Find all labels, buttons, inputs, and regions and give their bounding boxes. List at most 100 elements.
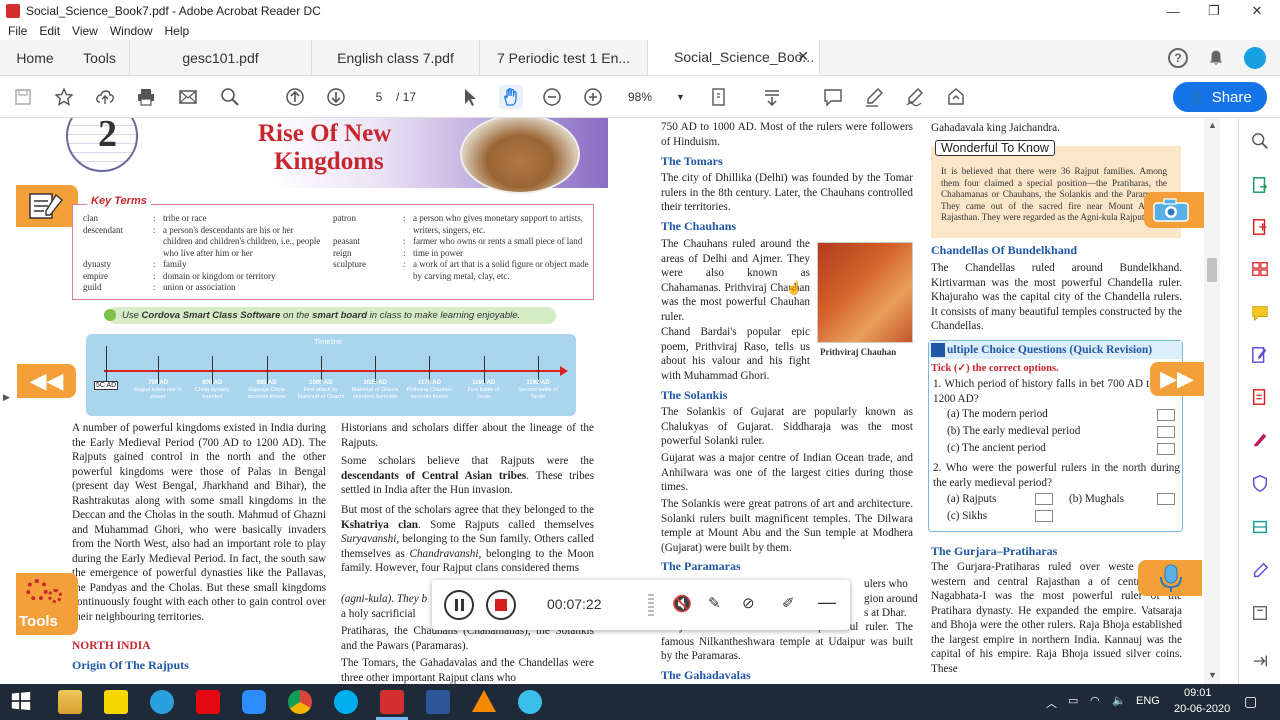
create-pdf-icon[interactable] [1251, 218, 1269, 236]
select-arrow-icon[interactable] [458, 85, 482, 109]
bell-icon[interactable] [1207, 49, 1225, 67]
comment-tool-icon[interactable] [1251, 304, 1269, 322]
sign-icon[interactable] [903, 85, 927, 109]
page-number-input[interactable]: 5 [366, 88, 392, 106]
mcq-checkbox[interactable] [1035, 493, 1053, 505]
zoom-level-select[interactable]: 98% ▼ [628, 88, 686, 106]
page-down-icon[interactable] [324, 85, 348, 109]
highlight-pen-icon[interactable] [862, 85, 886, 109]
microphone-mute-icon[interactable]: ✎ [708, 594, 721, 612]
close-window-button[interactable]: ✕ [1234, 0, 1280, 22]
acrobat-taskbar-icon[interactable] [380, 690, 404, 714]
menu-window[interactable]: Window [110, 24, 153, 38]
sticky-notes-icon[interactable] [104, 690, 128, 714]
page-fit-icon[interactable] [708, 85, 732, 109]
collapse-rail-icon[interactable] [1251, 652, 1269, 670]
menu-edit[interactable]: Edit [39, 24, 60, 38]
windows-start-icon[interactable] [10, 690, 34, 714]
chrome-icon[interactable] [288, 690, 312, 714]
camera-button[interactable] [1144, 192, 1204, 228]
protect-icon[interactable] [1251, 474, 1269, 492]
enhance-scan-icon[interactable] [1251, 518, 1269, 536]
zoom-search-icon[interactable] [1251, 132, 1269, 150]
acrobat-icon [6, 4, 20, 18]
scroll-up-arrow[interactable]: ▲ [1208, 120, 1217, 130]
notepad-icon[interactable] [16, 185, 78, 227]
mcq-checkbox[interactable] [1157, 493, 1175, 505]
tab-doc-gesc101[interactable]: gesc101.pdf [130, 40, 312, 75]
edit-pdf-icon[interactable] [1251, 346, 1269, 364]
avatar[interactable] [1244, 47, 1266, 69]
volume-icon[interactable]: 🔈 [1112, 694, 1126, 707]
zoom-app-icon[interactable] [242, 690, 266, 714]
zoom-out-icon[interactable] [540, 85, 564, 109]
skype-icon[interactable] [334, 690, 358, 714]
fill-sign-icon[interactable] [1251, 562, 1269, 580]
scroll-down-arrow[interactable]: ▼ [1208, 670, 1217, 680]
scroll-mode-icon[interactable] [760, 85, 784, 109]
prev-page-button[interactable]: ◀◀ [17, 364, 76, 398]
maximize-button[interactable]: ❐ [1191, 0, 1237, 22]
north-india-heading: NORTH INDIA [72, 640, 151, 652]
share-button[interactable]: 👤 Share [1173, 82, 1267, 112]
clock-date[interactable]: 20-06-2020 [1174, 703, 1230, 715]
tray-chevron-icon[interactable]: ︿ [1046, 695, 1057, 711]
mail-icon[interactable] [176, 85, 200, 109]
language-indicator[interactable]: ENG [1136, 695, 1160, 707]
tab-close-icon[interactable]: ✕ [797, 48, 809, 65]
mcq-checkbox[interactable] [1035, 510, 1053, 522]
mcq-checkbox[interactable] [1157, 409, 1175, 421]
export-pdf-icon[interactable] [1251, 176, 1269, 194]
page-up-icon[interactable] [283, 85, 307, 109]
scroll-thumb[interactable] [1207, 258, 1217, 282]
tab-doc-english[interactable]: English class 7.pdf [312, 40, 480, 75]
measure-icon[interactable] [1251, 604, 1269, 622]
print-icon[interactable] [134, 85, 158, 109]
tab-doc-periodic[interactable]: 7 Periodic test 1 En... [480, 40, 648, 75]
save-icon[interactable] [11, 85, 35, 109]
left-panel-toggle[interactable]: ▶ [3, 392, 10, 403]
search-zoom-icon[interactable] [218, 85, 242, 109]
menu-view[interactable]: View [72, 24, 98, 38]
network-icon[interactable]: ▭ [1068, 694, 1078, 707]
next-page-button[interactable]: ▶▶ [1150, 362, 1204, 396]
tools-button[interactable]: Tools [16, 573, 78, 635]
mic-button[interactable] [1138, 560, 1202, 596]
organize-pages-icon[interactable] [1251, 260, 1269, 278]
menu-file[interactable]: File [8, 24, 27, 38]
word-icon[interactable] [426, 690, 450, 714]
compress-icon[interactable] [1251, 388, 1269, 406]
upload-cloud-icon[interactable] [93, 85, 117, 109]
help-icon[interactable]: ? [1168, 48, 1188, 68]
pen-draw-icon[interactable]: ✐ [782, 594, 795, 612]
notifications-icon[interactable]: ▢ [1244, 693, 1257, 710]
file-explorer-icon[interactable] [58, 690, 82, 714]
vlc-icon[interactable] [472, 690, 496, 712]
hand-tool-icon[interactable] [499, 85, 523, 109]
netflix-icon[interactable] [196, 690, 220, 714]
tab-home[interactable]: Home [0, 40, 70, 75]
comment-icon[interactable] [821, 85, 845, 109]
drag-handle[interactable] [648, 594, 654, 616]
star-icon[interactable] [52, 85, 76, 109]
minimize-recorder-button[interactable]: — [818, 592, 836, 613]
redact-icon[interactable] [1251, 430, 1269, 448]
camera-off-icon[interactable]: ⊘ [742, 594, 755, 612]
stop-record-button[interactable] [486, 590, 516, 620]
zoom-in-icon[interactable] [581, 85, 605, 109]
minimize-button[interactable]: — [1150, 0, 1196, 22]
wifi-icon[interactable]: ◠ [1090, 694, 1100, 707]
pause-button[interactable] [444, 590, 474, 620]
mcq-checkbox[interactable] [1157, 443, 1175, 455]
tab-tools[interactable]: Tools [70, 40, 130, 75]
stamp-icon[interactable] [944, 85, 968, 109]
document-view[interactable]: 2 Rise Of New Kingdoms Key Terms clan: tr… [0, 118, 1238, 684]
mcq-checkbox[interactable] [1157, 426, 1175, 438]
camera-app-icon[interactable] [518, 690, 542, 714]
vertical-scrollbar[interactable]: ▲ ▼ [1204, 118, 1220, 684]
clock-time[interactable]: 09:01 [1184, 687, 1212, 699]
menu-help[interactable]: Help [165, 24, 190, 38]
telegram-icon[interactable] [150, 690, 174, 714]
speaker-mute-icon[interactable]: 🔇 [672, 594, 692, 614]
tab-doc-social-science[interactable]: Social_Science_Boo... ✕ [648, 40, 820, 75]
